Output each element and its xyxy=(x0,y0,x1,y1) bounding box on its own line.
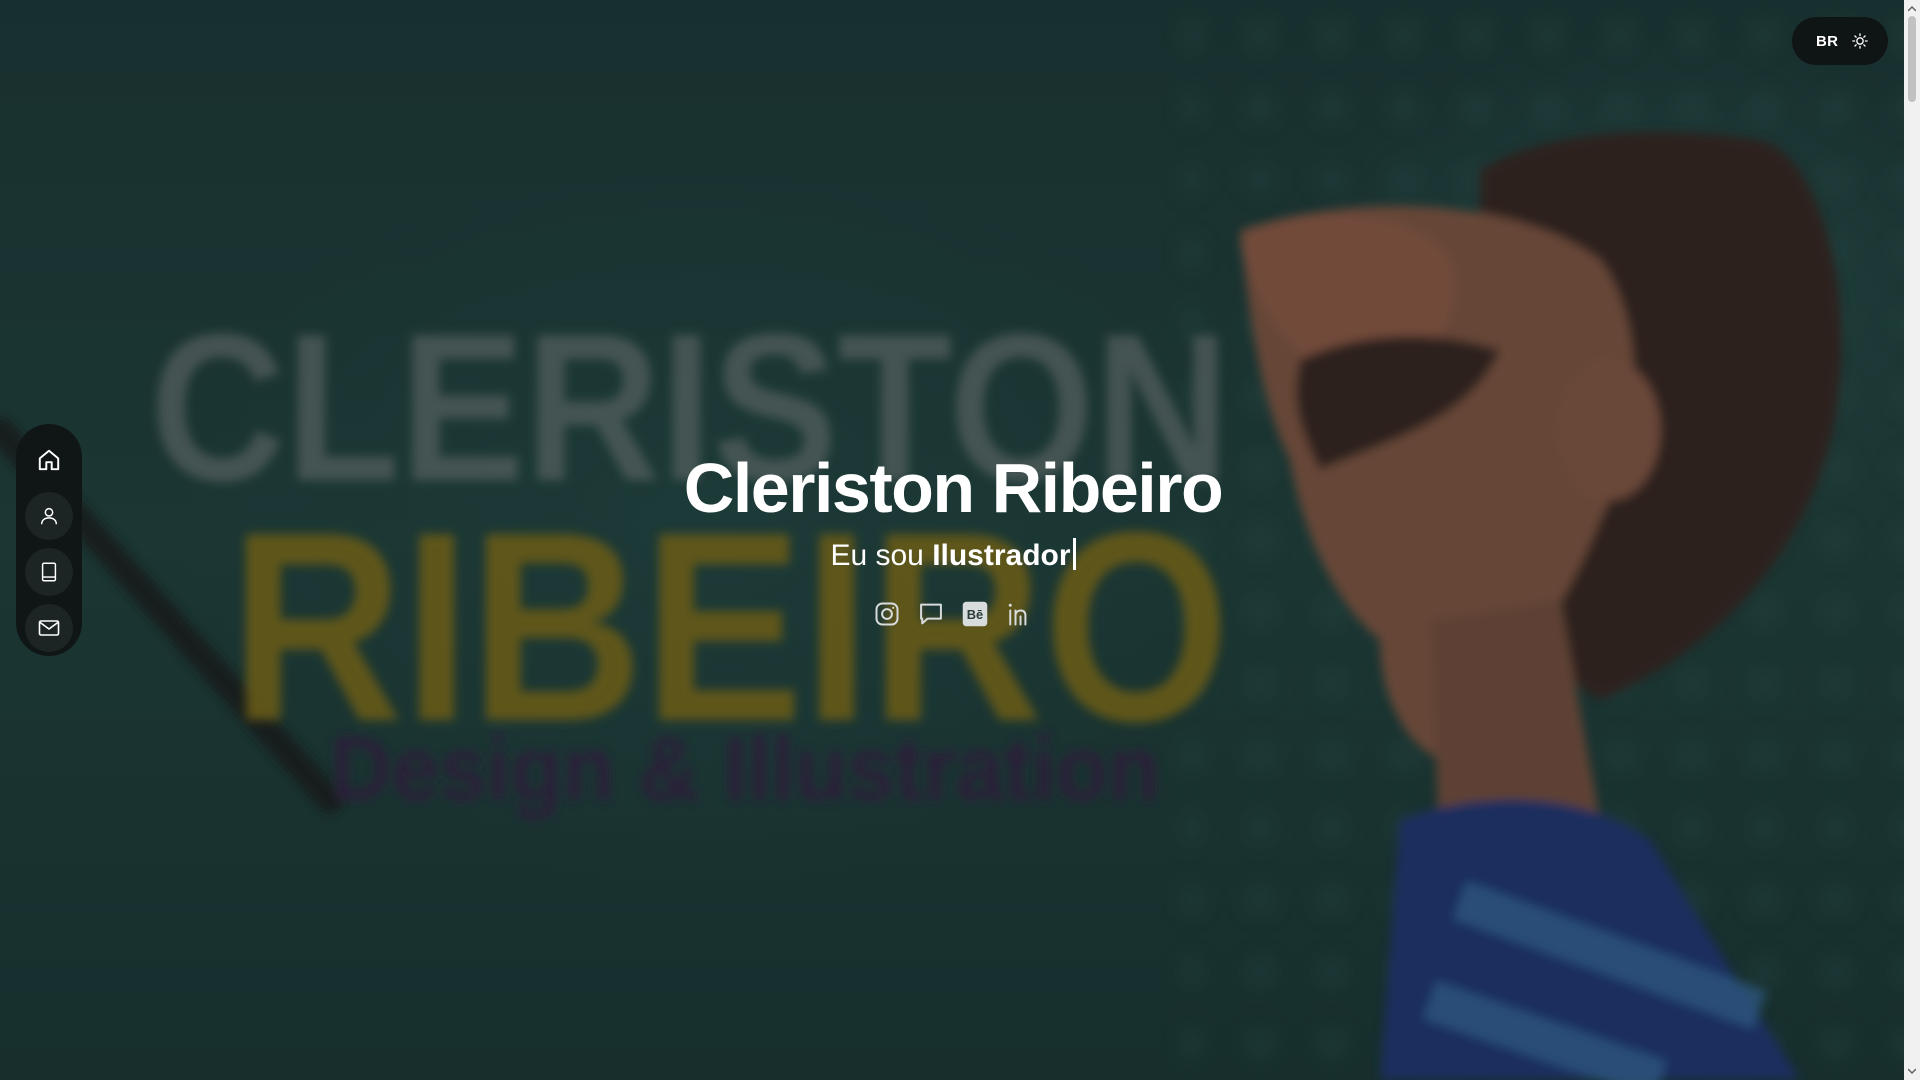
chevron-down-icon xyxy=(1908,1068,1916,1074)
chevron-up-icon xyxy=(1908,6,1916,12)
page-scrollbar[interactable] xyxy=(1904,0,1920,1080)
hero-subtitle: Eu sou Ilustrador xyxy=(0,536,1906,576)
subtitle-prefix: Eu sou xyxy=(830,539,924,572)
language-button[interactable]: BR xyxy=(1816,33,1838,50)
top-controls: BR xyxy=(1792,17,1888,65)
social-links: Bē xyxy=(0,600,1906,628)
linkedin-icon xyxy=(1008,603,1027,626)
typing-caret xyxy=(1072,538,1076,570)
sun-icon xyxy=(1852,33,1868,49)
chat-icon xyxy=(920,603,942,625)
hero-name: Cleriston Ribeiro xyxy=(683,449,1224,527)
scroll-up-arrow[interactable] xyxy=(1904,2,1920,16)
theme-toggle-button[interactable] xyxy=(1850,31,1870,51)
subtitle-role: Ilustrador xyxy=(932,539,1071,572)
behance-link[interactable]: Bē xyxy=(961,600,989,628)
scroll-down-arrow[interactable] xyxy=(1904,1064,1920,1078)
linkedin-link[interactable] xyxy=(1005,600,1033,628)
behance-glyph: Bē xyxy=(967,607,983,622)
instagram-icon xyxy=(875,602,899,626)
instagram-link[interactable] xyxy=(873,600,901,628)
behance-icon: Bē xyxy=(962,601,988,627)
scroll-thumb[interactable] xyxy=(1908,16,1916,102)
chat-link[interactable] xyxy=(917,600,945,628)
hero-content: Cleriston Ribeiro Eu sou Ilustrador Bē xyxy=(0,440,1906,628)
